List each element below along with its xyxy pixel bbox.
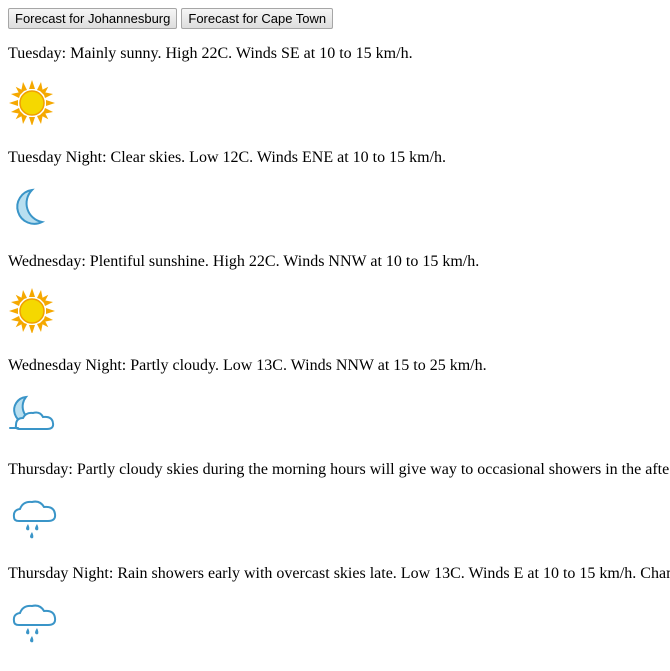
sun-icon — [8, 79, 58, 125]
forecast-item: Wednesday: Plentiful sunshine. High 22C.… — [8, 253, 670, 333]
rain-cloud-icon — [8, 599, 58, 649]
forecast-toolbar: Forecast for Johannesburg Forecast for C… — [8, 8, 334, 29]
forecast-text: Wednesday: Plentiful sunshine. High 22C.… — [8, 253, 480, 270]
moon-icon — [8, 183, 58, 229]
forecast-text: Tuesday Night: Clear skies. Low 12C. Win… — [8, 149, 447, 166]
forecast-item: Wednesday Night: Partly cloudy. Low 13C.… — [8, 357, 670, 437]
forecast-item: Tuesday Night: Clear skies. Low 12C. Win… — [8, 149, 670, 229]
forecast-item: Thursday: Partly cloudy skies during the… — [8, 461, 670, 541]
forecast-text: Thursday Night: Rain showers early with … — [8, 565, 670, 582]
forecast-text: Tuesday: Mainly sunny. High 22C. Winds S… — [8, 45, 413, 62]
forecast-text: Wednesday Night: Partly cloudy. Low 13C.… — [8, 357, 487, 374]
forecast-johannesburg-button[interactable]: Forecast for Johannesburg — [8, 8, 178, 29]
sun-icon — [8, 287, 58, 333]
forecast-cape-town-button[interactable]: Forecast for Cape Town — [181, 8, 334, 29]
forecast-item: Tuesday: Mainly sunny. High 22C. Winds S… — [8, 45, 670, 125]
forecast-item: Thursday Night: Rain showers early with … — [8, 565, 670, 649]
forecast-text: Thursday: Partly cloudy skies during the… — [8, 461, 670, 478]
moon-cloud-icon — [8, 391, 58, 437]
rain-cloud-icon — [8, 495, 58, 541]
